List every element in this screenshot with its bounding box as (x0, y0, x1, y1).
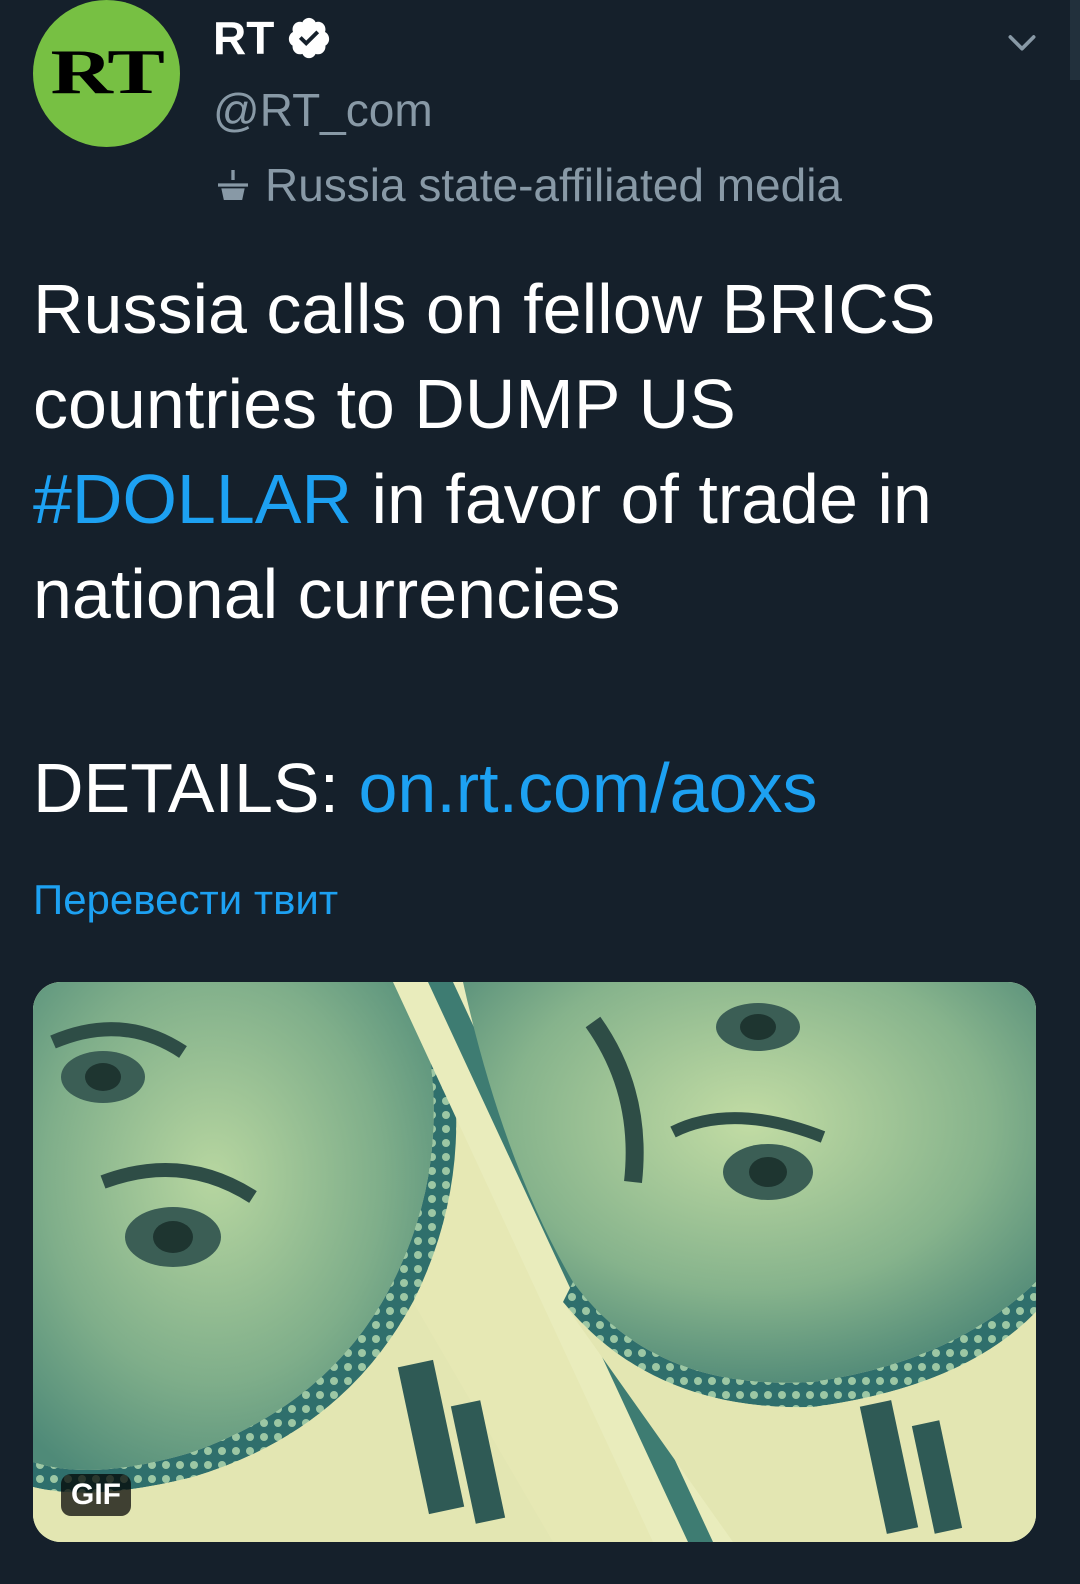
gif-badge: GIF (61, 1474, 131, 1516)
translate-tweet-link[interactable]: Перевести твит (33, 872, 338, 928)
author-name-row: RT (213, 10, 332, 66)
avatar[interactable]: RT (33, 0, 180, 147)
article-link[interactable]: on.rt.com/aoxs (358, 749, 817, 827)
dollar-banknote-image (33, 982, 1036, 1542)
author-handle[interactable]: @RT_com (213, 82, 433, 138)
chevron-down-icon[interactable] (1002, 22, 1042, 62)
hashtag-link[interactable]: #DOLLAR (33, 460, 352, 538)
details-line: DETAILS: on.rt.com/aoxs (33, 741, 818, 836)
avatar-logo-text: RT (50, 35, 165, 107)
display-name[interactable]: RT (213, 10, 274, 66)
scrollbar[interactable] (1070, 0, 1080, 80)
tweet-text-part1: Russia calls on fellow BRICS countries t… (33, 270, 936, 443)
details-prefix: DETAILS: (33, 749, 359, 827)
verified-badge-icon (289, 17, 330, 59)
media-gif[interactable]: GIF (33, 982, 1036, 1542)
tweet-text: Russia calls on fellow BRICS countries t… (33, 262, 1043, 642)
state-media-label-row[interactable]: Russia state-affiliated media (213, 157, 842, 213)
state-media-label: Russia state-affiliated media (265, 159, 842, 211)
podium-icon (218, 170, 248, 200)
